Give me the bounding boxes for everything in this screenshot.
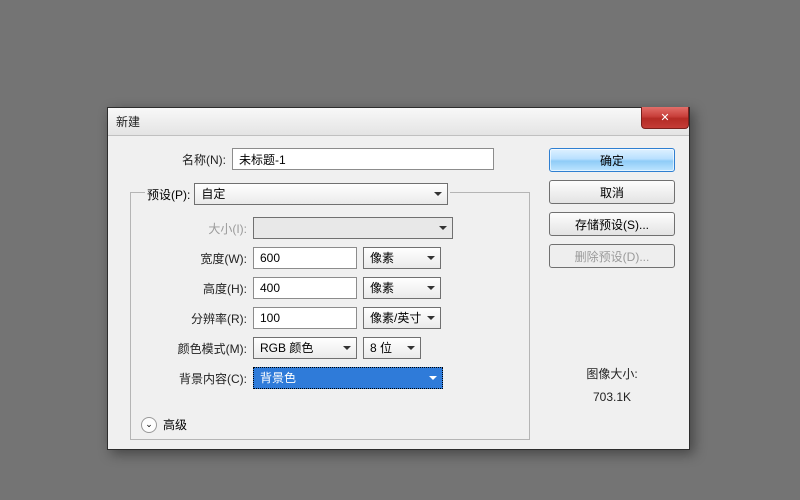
width-input[interactable] xyxy=(253,247,357,269)
close-button[interactable]: ✕ xyxy=(641,107,689,129)
height-row: 高度(H): 像素 xyxy=(141,277,519,299)
size-row: 大小(I): xyxy=(141,217,519,239)
color-depth-value: 8 位 xyxy=(370,338,392,358)
image-size-value: 703.1K xyxy=(549,386,675,409)
resolution-unit: 像素/英寸 xyxy=(370,308,421,328)
dialog-body: 名称(N): 预设(P): 自定 大小(I): 宽度(W): xyxy=(108,136,689,449)
cancel-label: 取消 xyxy=(600,184,624,201)
delete-preset-label: 删除预设(D)... xyxy=(575,248,650,265)
height-input[interactable] xyxy=(253,277,357,299)
advanced-label: 高级 xyxy=(163,416,187,433)
resolution-label: 分辨率(R): xyxy=(141,310,253,327)
height-unit-select[interactable]: 像素 xyxy=(363,277,441,299)
close-icon: ✕ xyxy=(660,111,669,124)
save-preset-button[interactable]: 存储预设(S)... xyxy=(549,212,675,236)
preset-legend: 预设(P): 自定 xyxy=(145,183,450,205)
new-document-dialog: 新建 ✕ 名称(N): 预设(P): 自定 大小(I): xyxy=(107,107,690,450)
resolution-unit-select[interactable]: 像素/英寸 xyxy=(363,307,441,329)
color-mode-select[interactable]: RGB 颜色 xyxy=(253,337,357,359)
preset-select[interactable]: 自定 xyxy=(194,183,448,205)
color-mode-label: 颜色模式(M): xyxy=(141,340,253,357)
width-unit-select[interactable]: 像素 xyxy=(363,247,441,269)
chevron-down-icon: ⌄ xyxy=(141,417,157,433)
color-mode-row: 颜色模式(M): RGB 颜色 8 位 xyxy=(141,337,519,359)
size-select xyxy=(253,217,453,239)
preset-group: 预设(P): 自定 大小(I): 宽度(W): 像素 高 xyxy=(130,192,530,440)
ok-button[interactable]: 确定 xyxy=(549,148,675,172)
advanced-toggle[interactable]: ⌄ 高级 xyxy=(141,416,187,433)
size-label: 大小(I): xyxy=(141,220,253,237)
background-label: 背景内容(C): xyxy=(141,370,253,387)
color-mode-value: RGB 颜色 xyxy=(260,338,313,358)
background-row: 背景内容(C): 背景色 xyxy=(141,367,519,389)
image-size-label: 图像大小: xyxy=(549,363,675,386)
delete-preset-button: 删除预设(D)... xyxy=(549,244,675,268)
resolution-row: 分辨率(R): 像素/英寸 xyxy=(141,307,519,329)
ok-label: 确定 xyxy=(600,152,624,169)
width-row: 宽度(W): 像素 xyxy=(141,247,519,269)
color-depth-select[interactable]: 8 位 xyxy=(363,337,421,359)
height-label: 高度(H): xyxy=(141,280,253,297)
background-select[interactable]: 背景色 xyxy=(253,367,443,389)
height-unit: 像素 xyxy=(370,278,394,298)
width-label: 宽度(W): xyxy=(141,250,253,267)
preset-value: 自定 xyxy=(201,184,225,204)
save-preset-label: 存储预设(S)... xyxy=(575,216,649,233)
dialog-title: 新建 xyxy=(116,113,140,130)
cancel-button[interactable]: 取消 xyxy=(549,180,675,204)
name-input[interactable] xyxy=(232,148,494,170)
preset-label: 预设(P): xyxy=(147,186,194,203)
button-column: 确定 取消 存储预设(S)... 删除预设(D)... xyxy=(549,148,675,268)
background-value: 背景色 xyxy=(260,368,296,388)
image-size-info: 图像大小: 703.1K xyxy=(549,363,675,409)
width-unit: 像素 xyxy=(370,248,394,268)
titlebar[interactable]: 新建 ✕ xyxy=(108,108,689,136)
resolution-input[interactable] xyxy=(253,307,357,329)
name-label: 名称(N): xyxy=(124,151,232,168)
